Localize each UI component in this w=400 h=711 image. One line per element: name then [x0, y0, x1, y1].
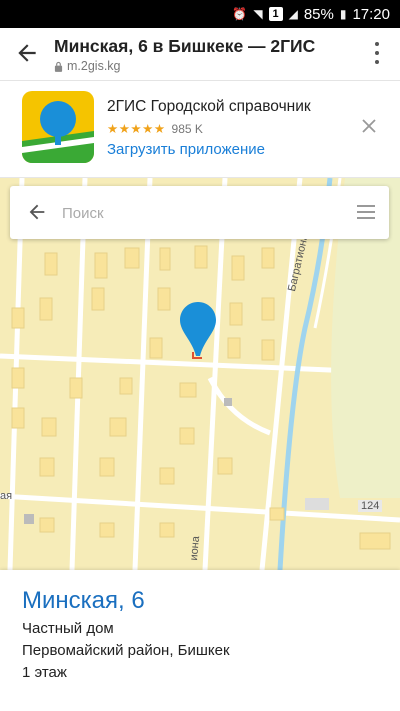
- page-title: Минская, 6 в Бишкеке — 2ГИС: [54, 36, 316, 56]
- rating-stars: ★★★★★: [107, 122, 166, 136]
- search-input[interactable]: [62, 200, 332, 226]
- app-rating: ★★★★★ 985 K: [107, 121, 203, 137]
- road-number: 124: [358, 500, 383, 512]
- app-install-banner: 2ГИС Городской справочник ★★★★★ 985 K За…: [0, 81, 400, 178]
- download-app-link[interactable]: Загрузить приложение: [107, 141, 265, 158]
- back-arrow-icon[interactable]: [26, 201, 48, 223]
- place-floor: 1 этаж: [22, 664, 67, 681]
- close-icon[interactable]: [362, 119, 376, 133]
- lock-icon: [54, 61, 63, 72]
- place-card[interactable]: Минская, 6 Частный дом Первомайский райо…: [0, 570, 400, 711]
- street-label-partial: ая: [0, 490, 13, 502]
- location-pin-icon[interactable]: [178, 300, 218, 364]
- place-type: Частный дом: [22, 620, 114, 637]
- url-bar[interactable]: m.2gis.kg: [54, 59, 121, 73]
- street-label-partial-2: иона: [188, 535, 203, 562]
- sim-badge: 1: [268, 7, 283, 21]
- app-logo[interactable]: [22, 91, 94, 163]
- status-bar: ⏰ ◥ 1 ◢ 85% ▮ 17:20: [0, 0, 400, 28]
- place-address: Первомайский район, Бишкек: [22, 642, 230, 659]
- reviews-count: 985 K: [171, 121, 203, 136]
- alarm-icon: ⏰: [232, 7, 248, 21]
- hamburger-menu-icon[interactable]: [357, 205, 375, 219]
- signal-icon: ◢: [288, 7, 298, 21]
- place-title: Минская, 6: [22, 587, 145, 614]
- back-arrow-icon[interactable]: [14, 40, 40, 66]
- browser-toolbar: Минская, 6 в Бишкеке — 2ГИС m.2gis.kg: [0, 28, 400, 81]
- battery-level: 85%: [303, 5, 334, 23]
- wifi-icon: ◥: [253, 7, 263, 21]
- battery-icon: ▮: [339, 7, 347, 21]
- clock: 17:20: [352, 5, 390, 23]
- app-name: 2ГИС Городской справочник: [107, 98, 311, 115]
- url-text: m.2gis.kg: [67, 59, 121, 73]
- map-search-bar: [10, 186, 389, 239]
- overflow-menu-icon[interactable]: [374, 42, 380, 64]
